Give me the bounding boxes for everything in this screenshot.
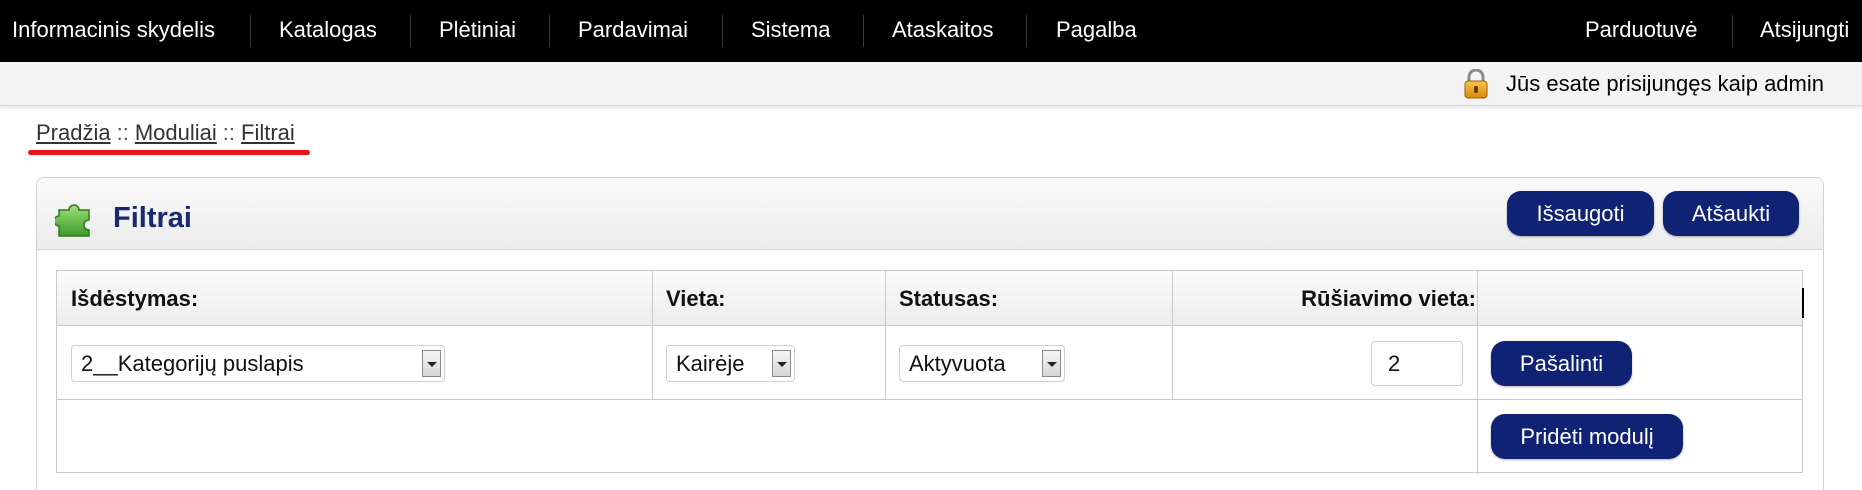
nav-separator (250, 15, 251, 47)
column-header-status: Statusas: (899, 286, 999, 311)
nav-separator (722, 15, 723, 47)
layout-select[interactable]: 2__Kategorijų puslapis (71, 345, 445, 382)
chevron-down-icon[interactable] (422, 350, 441, 377)
save-button[interactable]: Išsaugoti (1507, 191, 1654, 236)
status-select-value: Aktyvuota (909, 351, 1006, 376)
login-status-text: Jūs esate prisijungęs kaip admin (1506, 71, 1824, 96)
breadcrumb-separator: :: (222, 120, 235, 145)
row-divider (57, 399, 1802, 400)
nav-item-sales[interactable]: Pardavimai (578, 0, 688, 62)
column-header-position: Vieta: (666, 286, 726, 311)
breadcrumb-home-link[interactable]: Pradžia (36, 120, 111, 145)
breadcrumb-modules-link[interactable]: Moduliai (135, 120, 217, 145)
breadcrumb: Pradžia:: Moduliai:: Filtrai (36, 120, 295, 146)
nav-item-store[interactable]: Parduotuvė (1585, 0, 1698, 62)
nav-item-dashboard[interactable]: Informacinis skydelis (12, 0, 215, 62)
table-edge-mark (1802, 288, 1804, 318)
cancel-button[interactable]: Atšaukti (1663, 191, 1799, 236)
column-divider (1477, 271, 1478, 474)
remove-module-button[interactable]: Pašalinti (1491, 341, 1632, 386)
column-header-layout: Išdėstymas: (71, 286, 199, 311)
chevron-down-icon[interactable] (772, 350, 791, 377)
nav-item-logout[interactable]: Atsijungti (1760, 0, 1849, 62)
breadcrumb-filters-link[interactable]: Filtrai (241, 120, 295, 145)
puzzle-icon (55, 204, 90, 237)
table-header-row: Išdėstymas: Vieta: Statusas: Rūšiavimo v… (57, 271, 1802, 326)
login-bar: Jūs esate prisijungęs kaip admin (0, 62, 1862, 106)
nav-separator (549, 15, 550, 47)
column-divider (1172, 271, 1173, 399)
nav-separator (1026, 15, 1027, 47)
layout-select-value: 2__Kategorijų puslapis (81, 351, 304, 376)
column-header-sort-order: Rūšiavimo vieta: (1301, 286, 1476, 311)
column-divider (652, 271, 653, 399)
page-title: Filtrai (113, 202, 192, 234)
highlight-underline (28, 150, 310, 155)
nav-item-help[interactable]: Pagalba (1056, 0, 1137, 62)
nav-item-reports[interactable]: Ataskaitos (892, 0, 994, 62)
chevron-down-icon[interactable] (1042, 350, 1061, 377)
sort-order-input[interactable]: 2 (1371, 341, 1463, 386)
nav-item-extensions[interactable]: Plėtiniai (439, 0, 516, 62)
lock-icon (1464, 69, 1488, 99)
nav-separator (410, 15, 411, 47)
position-select-value: Kairėje (676, 351, 745, 376)
nav-separator (863, 15, 864, 47)
top-nav: Informacinis skydelis Katalogas Plėtinia… (0, 0, 1862, 62)
position-select[interactable]: Kairėje (666, 345, 795, 382)
nav-separator (1732, 15, 1733, 47)
add-module-button[interactable]: Pridėti modulį (1491, 414, 1683, 459)
column-divider (885, 271, 886, 399)
status-select[interactable]: Aktyvuota (899, 345, 1065, 382)
breadcrumb-separator: :: (116, 120, 129, 145)
nav-item-system[interactable]: Sistema (751, 0, 830, 62)
nav-item-catalog[interactable]: Katalogas (279, 0, 377, 62)
modules-table: Išdėstymas: Vieta: Statusas: Rūšiavimo v… (56, 270, 1803, 474)
